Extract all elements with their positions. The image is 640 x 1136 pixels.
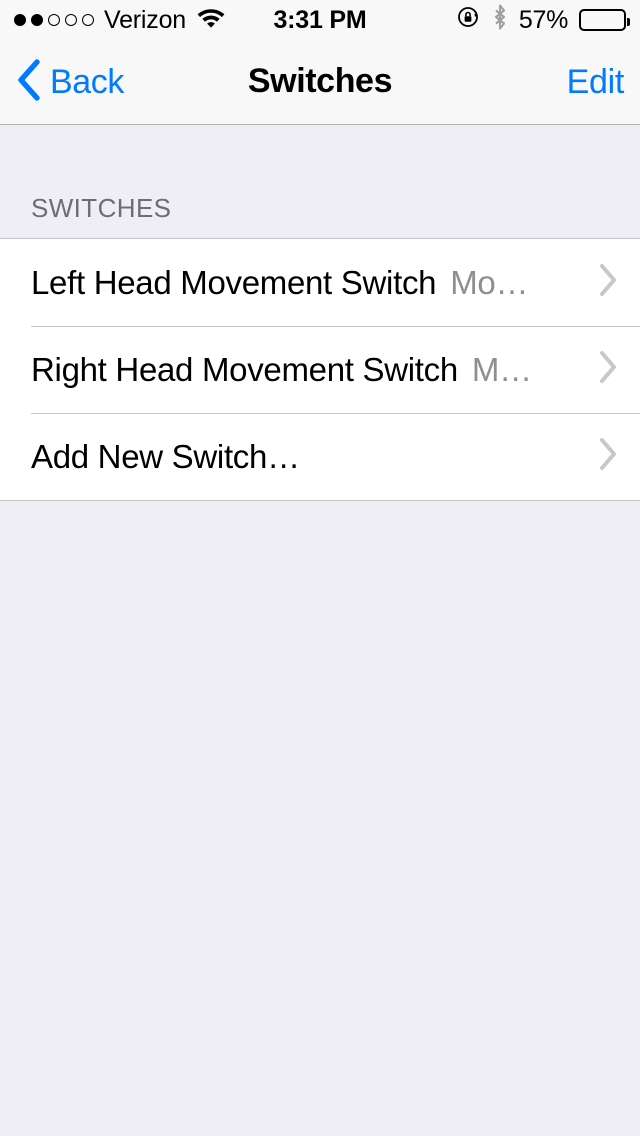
navigation-bar: Back Switches Edit [0, 40, 640, 125]
list-item-value: Mo… [450, 263, 529, 301]
chevron-right-icon [598, 437, 618, 476]
iphone-screen: Verizon 3:31 PM 57% Back Switches Edit S… [0, 0, 640, 1136]
table-row[interactable]: Add New Switch… [0, 413, 640, 500]
chevron-left-icon [16, 58, 42, 106]
battery-icon [579, 9, 630, 31]
back-button-label: Back [50, 62, 124, 101]
switches-table: Left Head Movement Switch Mo… Right Head… [0, 238, 640, 501]
bluetooth-icon [492, 3, 508, 37]
status-bar-right: 57% [457, 3, 630, 37]
back-button[interactable]: Back [16, 58, 124, 106]
status-bar-left: Verizon [14, 6, 226, 35]
signal-dot-5 [82, 14, 94, 26]
page-title: Switches [247, 62, 393, 100]
signal-dot-4 [65, 14, 77, 26]
status-bar: Verizon 3:31 PM 57% [0, 0, 640, 40]
list-item-title: Add New Switch… [31, 437, 300, 475]
chevron-right-icon [598, 350, 618, 389]
battery-percentage-label: 57% [518, 5, 568, 34]
table-row[interactable]: Left Head Movement Switch Mo… [0, 239, 640, 326]
signal-dot-3 [48, 14, 60, 26]
settings-content: SWITCHES Left Head Movement Switch Mo… R… [0, 125, 640, 1136]
list-item-value: M… [471, 350, 532, 388]
chevron-right-icon [598, 263, 618, 302]
section-header: SWITCHES [0, 125, 640, 238]
signal-dot-2 [31, 14, 43, 26]
rotation-lock-icon [457, 5, 481, 36]
section-header-label: SWITCHES [31, 193, 172, 223]
table-row[interactable]: Right Head Movement Switch M… [0, 326, 640, 413]
list-item-title: Left Head Movement Switch [31, 263, 437, 301]
wifi-icon [196, 6, 226, 35]
edit-button[interactable]: Edit [567, 63, 625, 102]
signal-dot-1 [14, 14, 26, 26]
list-item-title: Right Head Movement Switch [31, 350, 458, 388]
cellular-signal-icon [14, 14, 94, 26]
carrier-label: Verizon [104, 5, 186, 34]
clock-label: 3:31 PM [273, 5, 367, 34]
